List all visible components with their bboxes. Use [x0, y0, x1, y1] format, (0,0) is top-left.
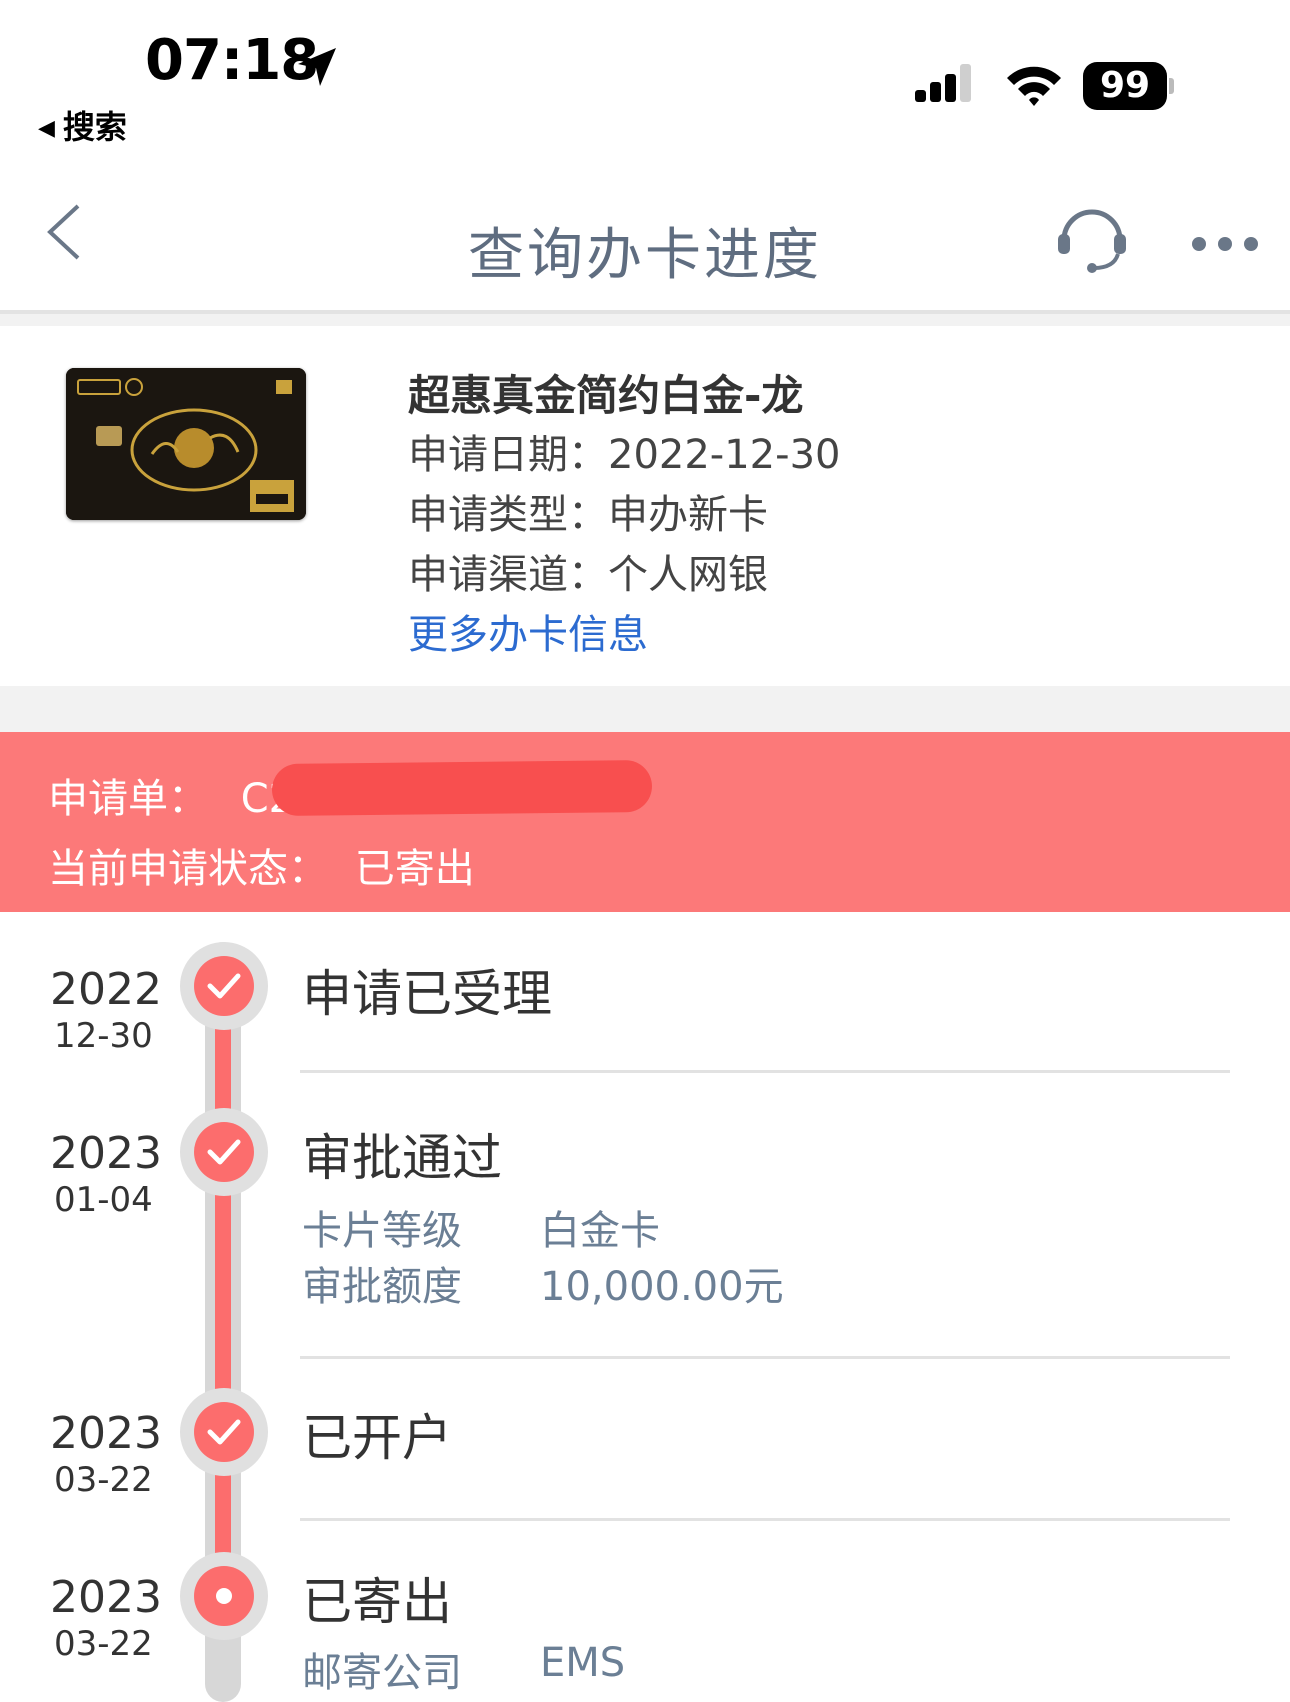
check-icon	[194, 956, 254, 1016]
more-dots-icon[interactable]	[1190, 235, 1260, 253]
order-number-label: 申请单：	[48, 776, 208, 822]
detail-value: 白金卡	[540, 1208, 660, 1254]
step-node	[180, 1108, 268, 1196]
step-title: 已寄出	[302, 1573, 452, 1631]
apply-type-row: 申请类型：申办新卡	[408, 482, 768, 540]
step-year: 2023	[50, 1572, 162, 1623]
apply-date-row: 申请日期：2022-12-30	[408, 422, 840, 480]
section-gap	[0, 686, 1290, 732]
card-product-name: 超惠真金简约白金-龙	[408, 371, 804, 420]
apply-channel-row: 申请渠道：个人网银	[408, 542, 768, 600]
redaction-mark	[271, 760, 653, 816]
step-date: 03-22	[54, 1460, 153, 1500]
apply-channel-value: 个人网银	[608, 552, 768, 598]
location-arrow-icon	[298, 48, 336, 86]
apply-date-label: 申请日期：	[408, 432, 608, 478]
status-bar: 07:18 ◀ 搜索 99	[0, 0, 1290, 150]
step-node-current	[180, 1552, 268, 1640]
step-year: 2023	[50, 1408, 162, 1459]
progress-timeline: 2022 12-30 申请已受理 2023 01-04 审批通过 卡片等级 白金…	[0, 912, 1290, 1702]
detail-label: 邮寄公司	[302, 1650, 462, 1696]
nav-bar: 查询办卡进度	[0, 150, 1290, 314]
card-info-section: 超惠真金简约白金-龙 申请日期：2022-12-30 申请类型：申办新卡 申请渠…	[0, 326, 1290, 686]
detail-value: 10,000.00元	[540, 1264, 784, 1310]
divider	[300, 1356, 1230, 1359]
apply-channel-label: 申请渠道：	[408, 552, 608, 598]
section-gap	[0, 314, 1290, 326]
check-icon	[194, 1122, 254, 1182]
divider	[300, 1518, 1230, 1521]
divider	[300, 1070, 1230, 1073]
back-to-search-label: 搜索	[62, 108, 127, 146]
more-card-info-link[interactable]: 更多办卡信息	[408, 602, 648, 660]
step-date: 03-22	[54, 1624, 153, 1664]
detail-label: 审批额度	[302, 1264, 462, 1310]
current-status-row: 当前申请状态： 已寄出	[48, 836, 475, 894]
apply-date-value: 2022-12-30	[608, 432, 841, 478]
credit-card-image	[66, 368, 306, 520]
wifi-icon	[1007, 66, 1061, 106]
current-status-label: 当前申请状态：	[48, 846, 328, 892]
timeline-progress	[215, 952, 231, 1612]
step-date: 01-04	[54, 1180, 153, 1220]
battery-nub	[1169, 78, 1174, 94]
step-title: 审批通过	[302, 1129, 502, 1187]
step-title: 申请已受理	[302, 965, 552, 1023]
detail-value: EMS	[540, 1640, 626, 1686]
signal-icon	[915, 64, 971, 102]
apply-type-label: 申请类型：	[408, 492, 608, 538]
step-title: 已开户	[302, 1409, 452, 1467]
dot	[216, 1588, 232, 1604]
current-status-value: 已寄出	[354, 846, 475, 892]
back-to-search[interactable]: ◀ 搜索	[38, 102, 127, 148]
back-triangle-icon: ◀	[38, 116, 55, 141]
check-icon	[194, 1402, 254, 1462]
battery-level: 99	[1083, 62, 1167, 110]
order-number-row: 申请单： C2	[48, 766, 294, 824]
step-year: 2023	[50, 1128, 162, 1179]
current-dot-icon	[194, 1566, 254, 1626]
step-node	[180, 942, 268, 1030]
step-date: 12-30	[54, 1016, 153, 1056]
step-year: 2022	[50, 964, 162, 1015]
card-art-icon	[66, 368, 306, 520]
application-status-banner: 申请单： C2 当前申请状态： 已寄出	[0, 732, 1290, 912]
detail-label: 卡片等级	[302, 1208, 462, 1254]
apply-type-value: 申办新卡	[608, 492, 768, 538]
step-node	[180, 1388, 268, 1476]
battery-icon: 99	[1083, 62, 1174, 110]
customer-service-headset-icon[interactable]	[1054, 200, 1130, 276]
